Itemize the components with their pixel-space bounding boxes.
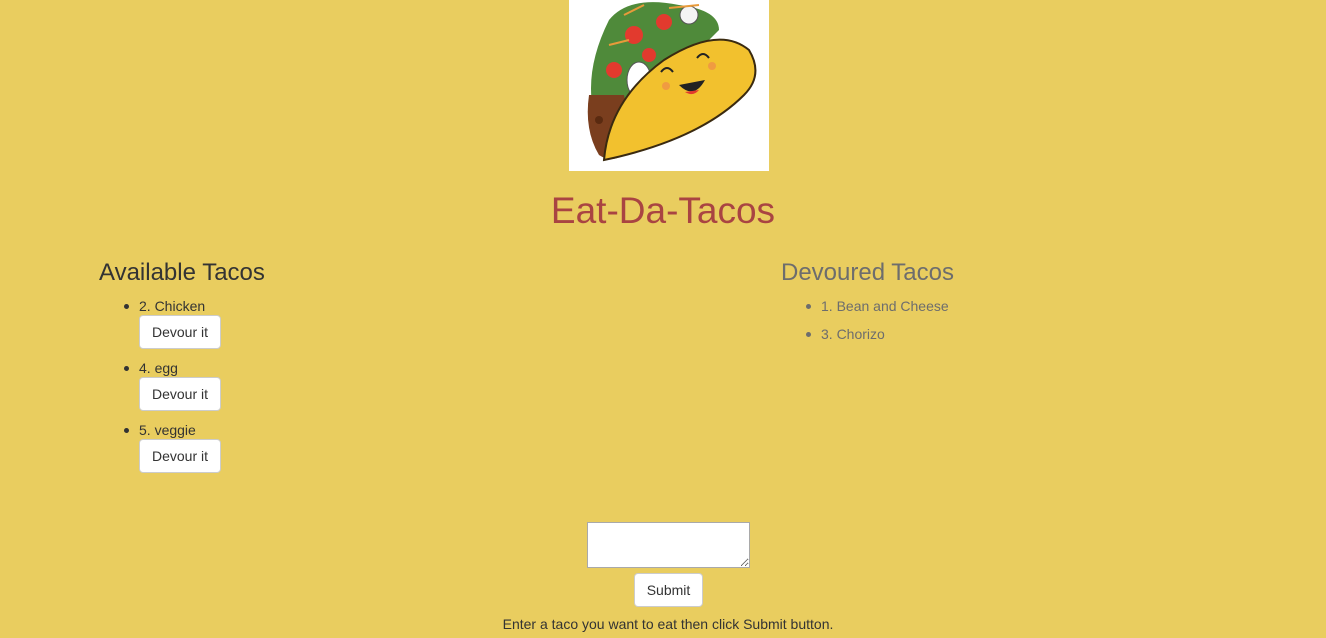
submit-button[interactable]: Submit [634, 573, 703, 607]
available-tacos-list: 2. Chicken Devour it 4. egg Devour it 5.… [122, 298, 221, 484]
bullet-icon [124, 304, 129, 309]
taco-label: 4. egg [139, 360, 178, 376]
list-item: 3. Chorizo [804, 326, 949, 354]
list-item: 5. veggie Devour it [122, 422, 221, 484]
page-title: Eat-Da-Tacos [550, 190, 776, 231]
devoured-tacos-list: 1. Bean and Cheese 3. Chorizo [804, 298, 949, 354]
taco-label: 3. Chorizo [821, 326, 885, 342]
taco-label: 1. Bean and Cheese [821, 298, 949, 314]
bullet-icon [124, 428, 129, 433]
taco-label: 5. veggie [139, 422, 196, 438]
available-tacos-heading: Available Tacos [99, 259, 265, 286]
taco-label: 2. Chicken [139, 298, 206, 314]
devour-button[interactable]: Devour it [139, 315, 221, 349]
list-item: 2. Chicken Devour it [122, 298, 221, 360]
bullet-icon [124, 366, 129, 371]
instructions-text: Enter a taco you want to eat then click … [502, 616, 834, 632]
bullet-icon [806, 304, 811, 309]
list-item: 1. Bean and Cheese [804, 298, 949, 326]
bullet-icon [806, 332, 811, 337]
devoured-tacos-heading: Devoured Tacos [781, 259, 954, 286]
devour-button[interactable]: Devour it [139, 377, 221, 411]
devour-button[interactable]: Devour it [139, 439, 221, 473]
taco-icon [587, 2, 757, 162]
taco-logo-image [569, 0, 769, 171]
taco-name-input[interactable] [587, 522, 750, 568]
list-item: 4. egg Devour it [122, 360, 221, 422]
